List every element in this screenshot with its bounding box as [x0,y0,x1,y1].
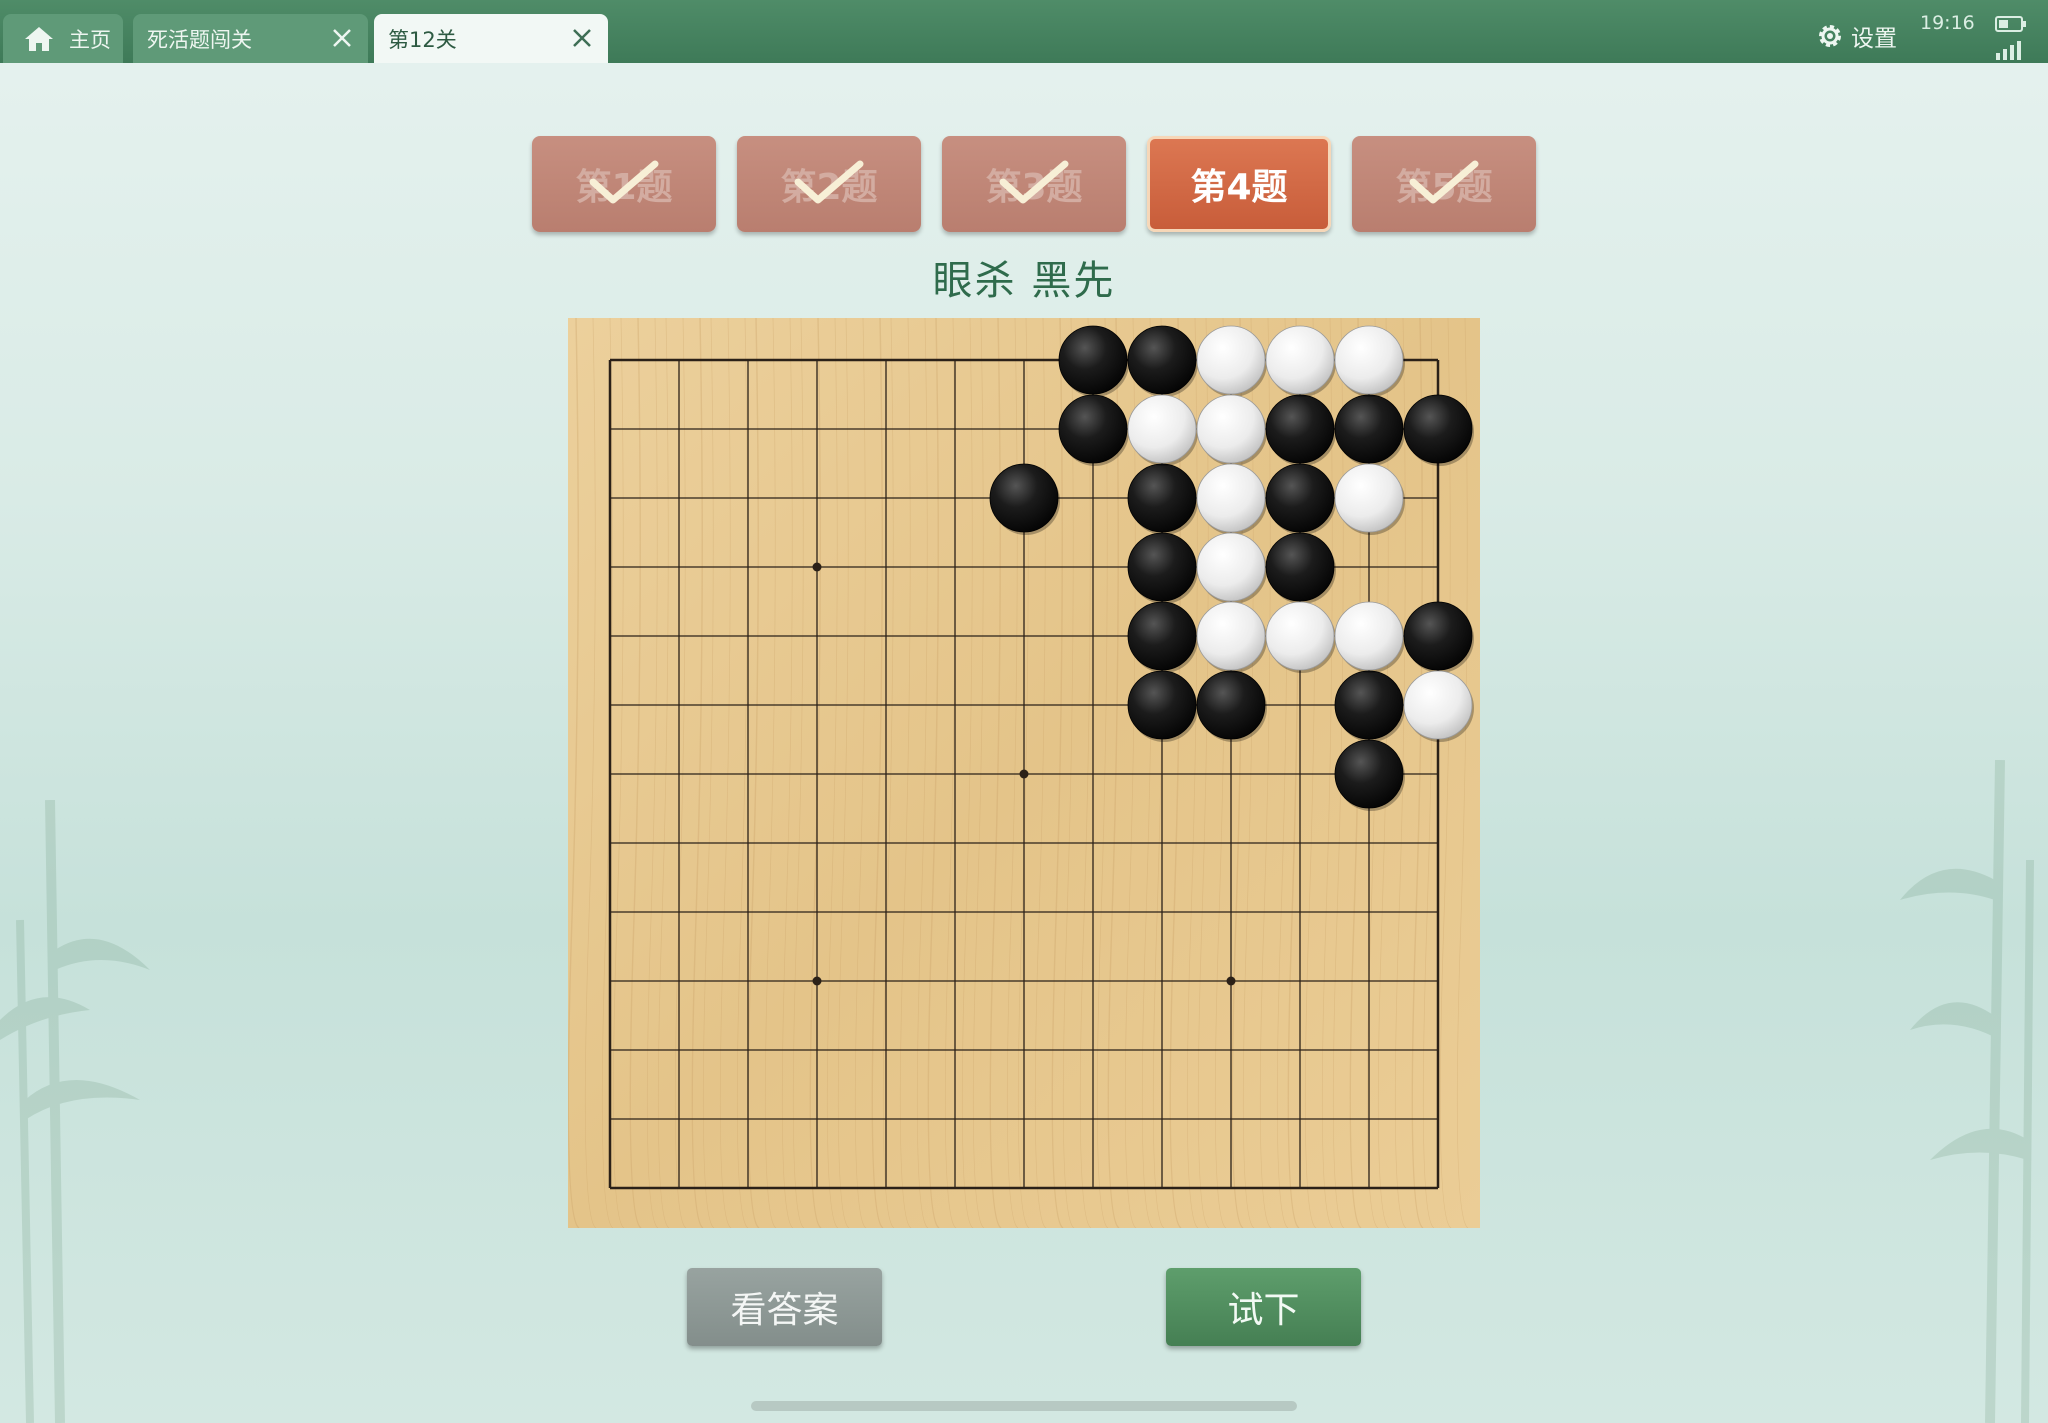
question-2-button[interactable]: 第2题 [737,136,921,232]
checkmark-icon [999,160,1069,204]
star-point [812,976,822,986]
question-1-button[interactable]: 第1题 [532,136,716,232]
question-4-button[interactable]: 第4题 [1147,136,1331,232]
settings-label: 设置 [1851,26,1897,52]
go-board-canvas[interactable] [567,317,1480,1229]
tab-level-12[interactable]: 第12关 [374,14,608,63]
problem-title: 眼杀 黑先 [932,258,1116,304]
go-board[interactable] [567,317,1480,1229]
home-indicator[interactable] [751,1401,1297,1411]
close-icon[interactable] [570,26,594,50]
tab-level-label: 死活题闯关 [147,27,252,52]
gear-icon [1819,25,1841,47]
signal-icon [1996,41,2021,60]
tab-home[interactable]: 主页 [3,14,123,63]
bamboo-right-decoration [1900,760,2034,1423]
status-time: 19:16 [1920,12,1975,34]
question-label: 第4题 [1190,167,1288,208]
try-move-button[interactable]: 试下 [1166,1268,1361,1346]
question-3-button[interactable]: 第3题 [942,136,1126,232]
home-icon [25,26,53,51]
question-5-button[interactable]: 第5题 [1352,136,1536,232]
show-answer-button[interactable]: 看答案 [687,1268,882,1346]
star-point [1226,976,1236,986]
checkmark-icon [1409,160,1479,204]
star-point [1019,769,1029,779]
tab-life-death-challenge[interactable]: 死活题闯关 [133,14,368,63]
star-point [812,562,822,572]
try-move-label: 试下 [1227,1290,1300,1331]
checkmark-icon [589,160,659,204]
close-icon[interactable] [330,26,354,50]
checkmark-icon [794,160,864,204]
tab-home-label: 主页 [69,27,111,52]
show-answer-label: 看答案 [730,1290,839,1331]
bamboo-left-decoration [0,800,150,1423]
tab-active-label: 第12关 [388,27,457,52]
battery-icon [1995,16,2026,32]
settings-button[interactable]: 设置 [1815,18,1897,54]
